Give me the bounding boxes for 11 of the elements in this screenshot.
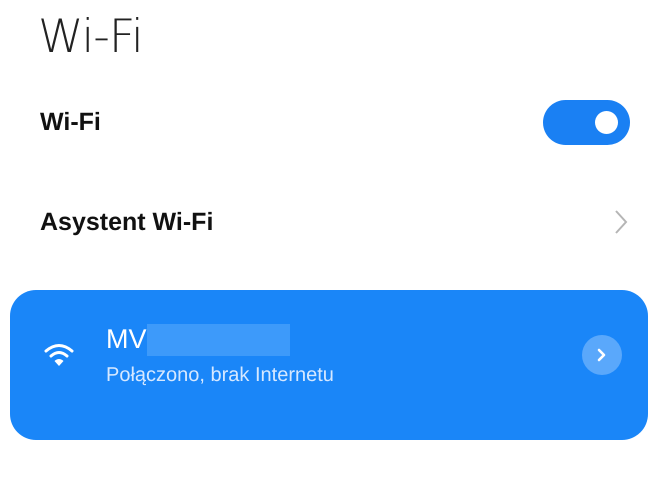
details-button[interactable] xyxy=(582,335,622,375)
chevron-icon[interactable] xyxy=(614,209,628,235)
network-card[interactable]: MV Połączono, brak Internetu xyxy=(10,290,648,440)
wifi-icon xyxy=(44,343,74,367)
chevron-icon xyxy=(597,348,607,362)
network-name: MV xyxy=(106,324,146,355)
page-title: Wi-Fi xyxy=(37,8,144,65)
toggle-switch[interactable] xyxy=(543,100,630,144)
setting-label: Wi-Fi xyxy=(40,108,101,136)
network-status: Połączono, brak Internetu xyxy=(106,364,335,386)
setting-label: Asystent Wi-Fi xyxy=(40,208,214,236)
